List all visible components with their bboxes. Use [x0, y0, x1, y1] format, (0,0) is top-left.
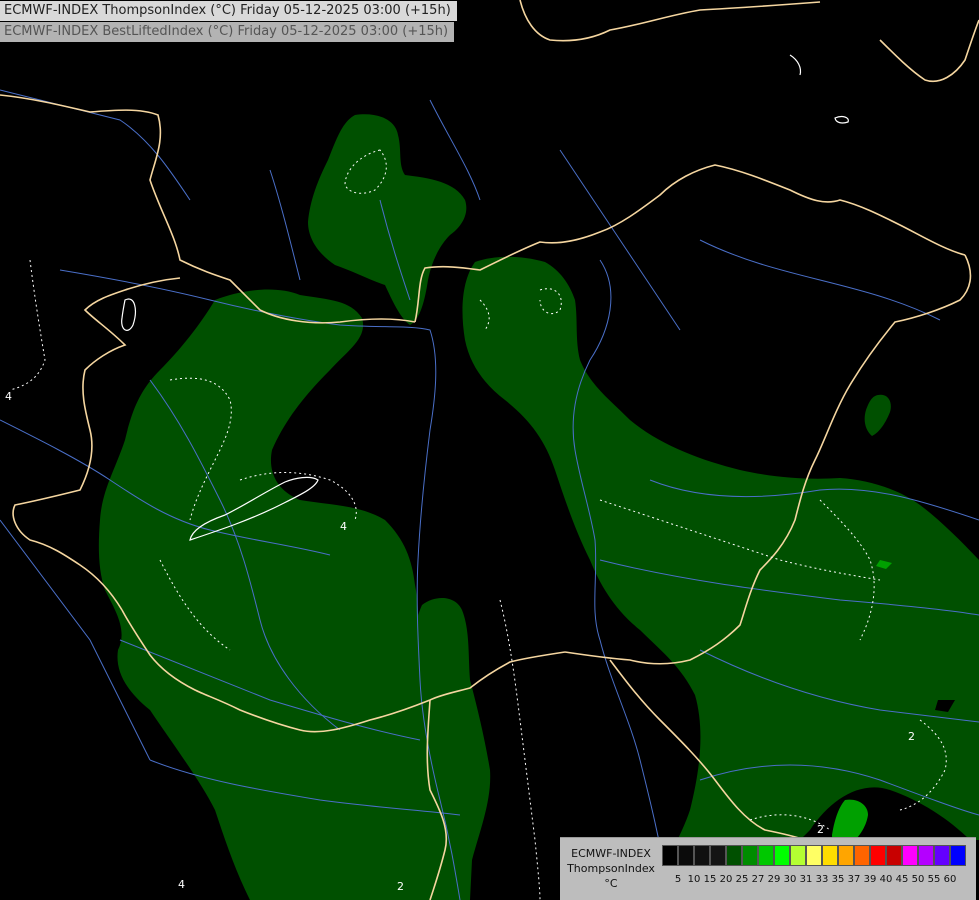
- contour-label: 4: [340, 520, 347, 533]
- legend-swatch: [838, 845, 854, 866]
- legend-swatch: [886, 845, 902, 866]
- legend-tick-label: 39: [863, 874, 877, 885]
- legend-swatch: [694, 845, 710, 866]
- legend-swatch: [662, 845, 678, 866]
- legend-tick-label: 60: [943, 874, 957, 885]
- legend-caption-line: ThompsonIndex: [567, 862, 655, 875]
- legend-tick-spacer: [662, 874, 670, 885]
- legend-caption-line: °C: [604, 877, 618, 890]
- legend-tick-label: 33: [815, 874, 829, 885]
- legend-tick-label: 27: [751, 874, 765, 885]
- legend-swatch: [806, 845, 822, 866]
- legend-tick-label: 29: [767, 874, 781, 885]
- legend-swatches: [662, 845, 966, 866]
- legend-swatch: [950, 845, 966, 866]
- legend-tick-label: 31: [799, 874, 813, 885]
- legend-tick-label: 5: [674, 874, 682, 885]
- legend-swatch: [870, 845, 886, 866]
- legend-swatch: [726, 845, 742, 866]
- legend-swatch: [790, 845, 806, 866]
- legend-caption-line: ECMWF-INDEX: [571, 847, 651, 860]
- legend-tick-label: 15: [703, 874, 717, 885]
- contour-label: 2: [817, 823, 824, 836]
- legend-caption: ECMWF-INDEX ThompsonIndex °C: [564, 846, 658, 891]
- legend-tick-label: 45: [895, 874, 909, 885]
- color-legend: ECMWF-INDEX ThompsonIndex °C 5 10 15 20 25 27…: [560, 837, 976, 900]
- legend-swatch: [934, 845, 950, 866]
- legend-tick-label: 35: [831, 874, 845, 885]
- legend-swatch: [822, 845, 838, 866]
- contour-label: 2: [397, 880, 404, 893]
- contour-label: 4: [178, 878, 185, 891]
- legend-swatch: [678, 845, 694, 866]
- legend-tick-label: 55: [927, 874, 941, 885]
- legend-tick-label: 50: [911, 874, 925, 885]
- legend-ticks: 5 10 15 20 25 27 29 30 31 33 35 37 39 40 45 50 55 60: [662, 874, 958, 885]
- weather-map: [0, 0, 979, 900]
- map-title-thompson: ECMWF-INDEX ThompsonIndex (°C) Friday 05…: [0, 1, 457, 21]
- legend-tick-label: 40: [879, 874, 893, 885]
- legend-tick-label: 20: [719, 874, 733, 885]
- legend-swatch: [774, 845, 790, 866]
- legend-tick-label: 10: [687, 874, 701, 885]
- legend-tick-label: 37: [847, 874, 861, 885]
- map-title-bestlifted: ECMWF-INDEX BestLiftedIndex (°C) Friday …: [0, 22, 455, 42]
- legend-swatch: [710, 845, 726, 866]
- legend-tick-label: 25: [735, 874, 749, 885]
- legend-swatch: [902, 845, 918, 866]
- legend-swatch: [854, 845, 870, 866]
- legend-swatch: [742, 845, 758, 866]
- contour-label: 2: [908, 730, 915, 743]
- legend-swatch: [758, 845, 774, 866]
- legend-tick-label: 30: [783, 874, 797, 885]
- legend-swatch: [918, 845, 934, 866]
- contour-label: 4: [5, 390, 12, 403]
